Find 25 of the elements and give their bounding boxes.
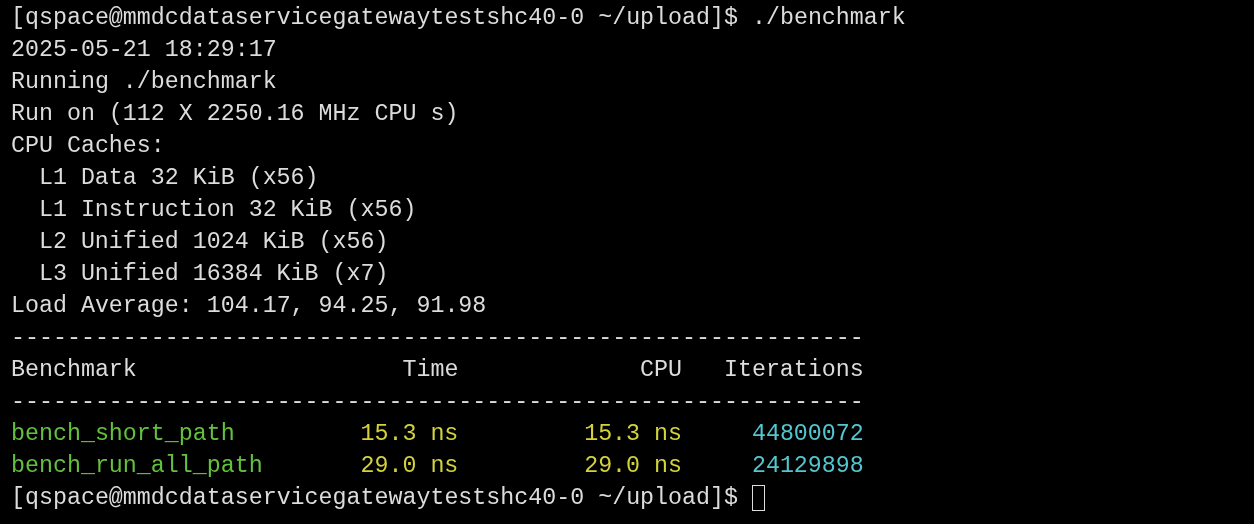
time-value: 15.3 ns — [359, 420, 459, 449]
cache-line: L1 Instruction 32 KiB (x56) — [37, 196, 418, 225]
benchmark-name: bench_run_all_path — [11, 452, 264, 481]
command-line: [qspace@mmdcdataservicegatewaytestshc40-0 ~/upload]$ — [11, 484, 738, 513]
separator-line: ------------------------------------------------------------- — [11, 388, 865, 417]
cache-line: L3 Unified 16384 KiB (x7) — [37, 260, 390, 289]
cache-line: L1 Data 32 KiB (x56) — [37, 164, 320, 193]
column-header: CPU — [639, 356, 683, 385]
column-header: Benchmark — [11, 356, 138, 385]
separator-line: ------------------------------------------------------------- — [11, 324, 865, 353]
time-value: 29.0 ns — [359, 452, 459, 481]
command-line: [qspace@mmdcdataservicegatewaytestshc40-0 ~/upload]$ ./benchmark — [11, 4, 907, 33]
output-line: Running ./benchmark — [11, 68, 278, 97]
output-line: Run on (112 X 2250.16 MHz CPU s) — [11, 100, 460, 129]
column-header: Iterations — [722, 356, 864, 385]
output-line: 2025-05-21 18:29:17 — [11, 36, 278, 65]
iterations-value: 44800072 — [750, 420, 864, 449]
cache-line: L2 Unified 1024 KiB (x56) — [37, 228, 390, 257]
iterations-value: 24129898 — [750, 452, 864, 481]
cpu-value: 15.3 ns — [583, 420, 683, 449]
benchmark-name: bench_short_path — [11, 420, 236, 449]
cpu-value: 29.0 ns — [583, 452, 683, 481]
output-line: CPU Caches: — [11, 132, 166, 161]
output-line: Load Average: 104.17, 94.25, 91.98 — [11, 292, 488, 321]
column-header: Time — [401, 356, 459, 385]
